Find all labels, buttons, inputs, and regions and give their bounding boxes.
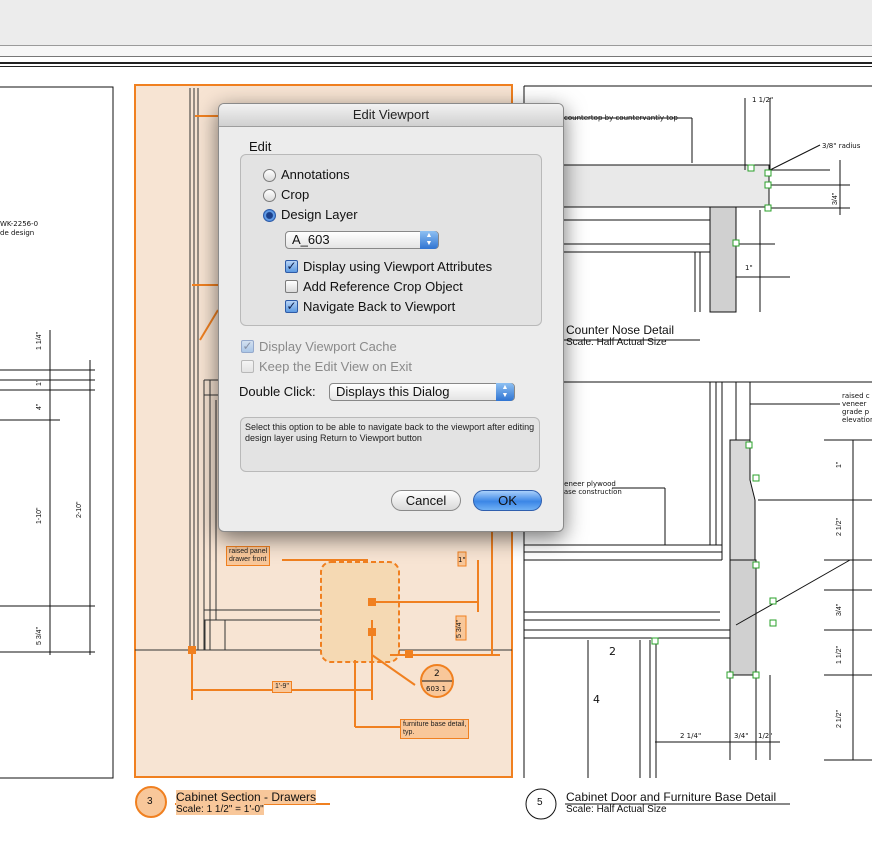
edit-viewport-dialog: Edit Viewport Edit Annotations Crop Desi… bbox=[218, 103, 564, 532]
note-countertop: countertop by countervantly top bbox=[564, 114, 678, 122]
note-raised-veneer: raised c veneer grade p elevation bbox=[842, 392, 872, 424]
checkbox-viewport-cache: ✓ bbox=[241, 339, 254, 353]
door-label-4: 4 bbox=[593, 693, 600, 706]
center-dim-small-1: 1" bbox=[458, 556, 466, 564]
checkbox-navigate-back-label[interactable]: Navigate Back to Viewport bbox=[303, 299, 455, 314]
viewport-3-number: 3 bbox=[147, 796, 153, 807]
left-note-2: de design bbox=[0, 229, 35, 237]
viewport-3-scale: Scale: 1 1/2" = 1'-0" bbox=[176, 804, 264, 815]
left-dim-5: 2-10" bbox=[76, 501, 83, 519]
left-dim-6: 5 3/4" bbox=[36, 626, 43, 645]
door-dim-2: 2 1/2" bbox=[836, 517, 843, 536]
radio-annotations-label[interactable]: Annotations bbox=[281, 167, 350, 182]
left-dim-4: 1-10" bbox=[36, 507, 43, 525]
dim-1-9: 1'-9" bbox=[272, 681, 292, 693]
door-dim-5: 2 1/2" bbox=[836, 709, 843, 728]
dialog-title: Edit Viewport bbox=[219, 104, 563, 127]
radio-annotations[interactable] bbox=[263, 169, 276, 182]
door-dim-4: 1 1/2" bbox=[836, 645, 843, 664]
callout-sheet: 603.1 bbox=[426, 685, 447, 693]
left-viewport bbox=[0, 86, 114, 779]
counter-dim-2: 3/4" bbox=[832, 192, 839, 205]
counter-dim-1: 1 1/2" bbox=[752, 96, 774, 104]
left-dim-3: 4" bbox=[36, 403, 43, 410]
callout-number: 2 bbox=[434, 669, 440, 679]
help-text-box: Select this option to be able to navigat… bbox=[240, 417, 540, 472]
note-furniture-base: furniture base detail, typ. bbox=[400, 719, 470, 739]
left-dim-1: 1 1/4" bbox=[36, 331, 43, 350]
left-note-1: WK-2256-0 bbox=[0, 220, 39, 228]
radio-crop[interactable] bbox=[263, 189, 276, 202]
counter-nose-detail bbox=[523, 85, 872, 778]
center-dim-small-2: 5 3/4" bbox=[456, 619, 463, 638]
checkbox-reference-crop-label[interactable]: Add Reference Crop Object bbox=[303, 279, 463, 294]
double-click-arrows-icon: ▲ ▼ bbox=[496, 383, 514, 401]
design-layer-select[interactable]: A_603 ▲ ▼ bbox=[285, 231, 439, 249]
double-click-select[interactable]: Displays this Dialog ▲ ▼ bbox=[329, 383, 515, 401]
note-plywood: veneer plywood case construction bbox=[560, 480, 622, 496]
counter-nose-title: Counter Nose Detail bbox=[566, 323, 675, 337]
door-dim-bottom-3: 1/2" bbox=[758, 732, 773, 740]
door-detail-title: Cabinet Door and Furniture Base Detail bbox=[566, 790, 777, 804]
door-dim-1: 1" bbox=[836, 461, 843, 468]
door-detail-scale: Scale: Half Actual Size bbox=[566, 804, 667, 815]
double-click-label: Double Click: bbox=[239, 384, 316, 399]
note-raised-panel: raised panel drawer front bbox=[226, 546, 271, 566]
checkbox-viewport-attributes-label[interactable]: Display using Viewport Attributes bbox=[303, 259, 492, 274]
checkbox-viewport-attributes[interactable]: ✓ bbox=[285, 260, 298, 273]
checkbox-reference-crop[interactable] bbox=[285, 280, 298, 293]
left-dim-2: 1" bbox=[36, 379, 43, 386]
checkbox-navigate-back[interactable]: ✓ bbox=[285, 300, 298, 313]
note-radius: 3/8" radius bbox=[822, 142, 861, 150]
door-dim-bottom-2: 3/4" bbox=[734, 732, 749, 740]
select-arrows-icon: ▲ ▼ bbox=[420, 231, 438, 249]
door-dim-3: 3/4" bbox=[836, 603, 843, 616]
checkbox-viewport-cache-label: Display Viewport Cache bbox=[259, 339, 397, 354]
door-detail bbox=[524, 381, 872, 778]
double-click-select-value: Displays this Dialog bbox=[336, 384, 450, 399]
ok-button[interactable]: OK bbox=[473, 490, 542, 511]
door-label-2: 2 bbox=[609, 645, 616, 658]
edit-group-label: Edit bbox=[249, 139, 272, 154]
radio-design-layer[interactable] bbox=[263, 209, 276, 222]
counter-dim-3: 1" bbox=[745, 264, 753, 272]
viewport-5-number: 5 bbox=[537, 797, 543, 808]
counter-nose-scale: Scale: Half Actual Size bbox=[566, 337, 667, 348]
checkbox-keep-edit-view-label: Keep the Edit View on Exit bbox=[259, 359, 412, 374]
cancel-button[interactable]: Cancel bbox=[391, 490, 461, 511]
checkbox-keep-edit-view bbox=[241, 360, 254, 373]
door-dim-bottom-1: 2 1/4" bbox=[680, 732, 702, 740]
design-layer-select-value: A_603 bbox=[292, 232, 330, 247]
help-text: Select this option to be able to navigat… bbox=[245, 422, 535, 443]
viewport-3-title: Cabinet Section - Drawers bbox=[176, 790, 317, 804]
radio-crop-label[interactable]: Crop bbox=[281, 187, 309, 202]
radio-design-layer-label[interactable]: Design Layer bbox=[281, 207, 358, 222]
